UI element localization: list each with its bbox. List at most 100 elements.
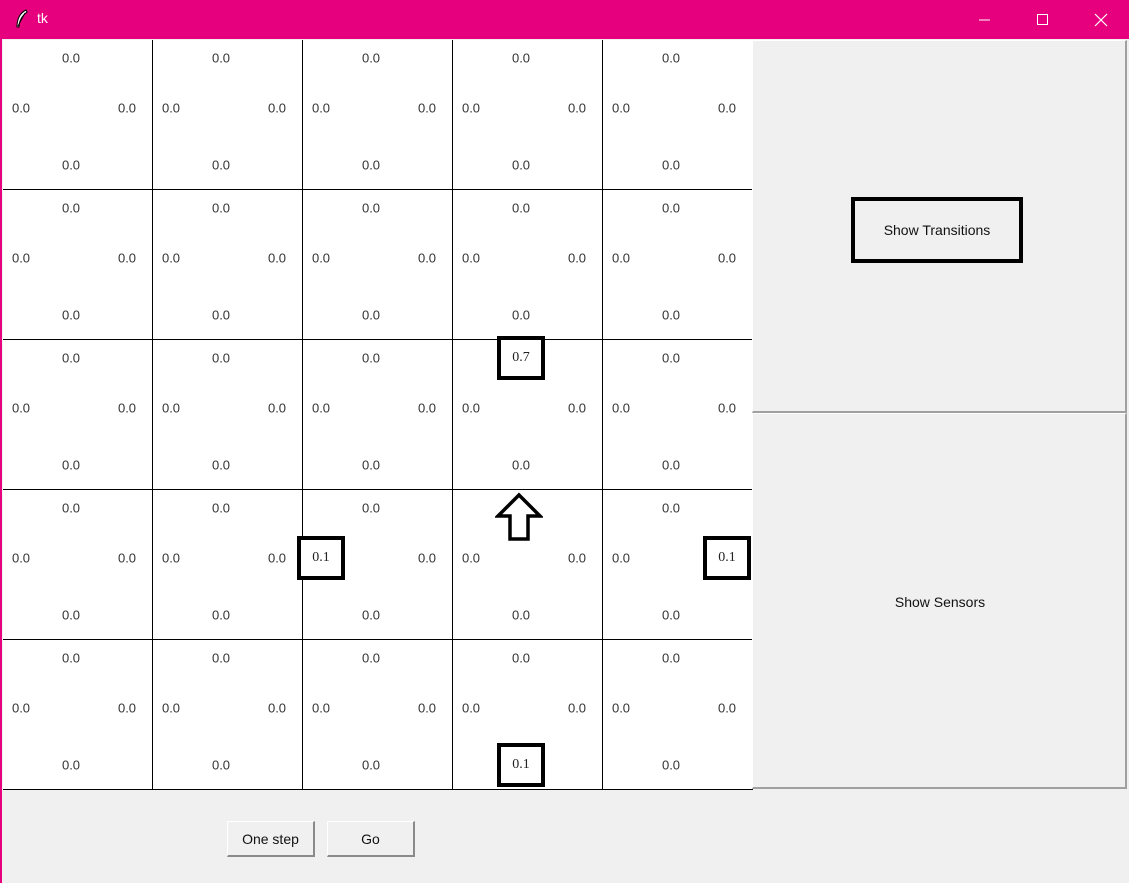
show-transitions-panel-button[interactable]: Show Transitions: [752, 40, 1127, 413]
grid-cell: 0.0 0.0 0.0 0.0: [3, 190, 153, 340]
grid-cell: 0.0 0.0 0.0 0.0: [153, 340, 303, 490]
cell-value-north: 0.0: [661, 350, 681, 366]
minimize-button[interactable]: [956, 0, 1014, 39]
grid-cell: 0.0 0.0 0.0 0.1: [453, 640, 603, 790]
cell-value-east: 0.0: [267, 250, 287, 266]
show-transitions-button[interactable]: Show Transitions: [851, 197, 1023, 263]
cell-value-north: 0.0: [361, 650, 381, 666]
cell-value-north: 0.0: [61, 350, 81, 366]
one-step-button[interactable]: One step: [227, 821, 315, 857]
cell-value-south: 0.0: [661, 757, 681, 773]
cell-value-west: 0.0: [611, 250, 631, 266]
cell-value-north: 0.0: [361, 200, 381, 216]
grid-cell: 0.0 0.0 0.0 0.0: [453, 190, 603, 340]
cell-value-north: 0.0: [211, 350, 231, 366]
cell-value-east: 0.0: [567, 250, 587, 266]
maximize-icon: [1037, 13, 1048, 25]
cell-value-north: 0.0: [661, 650, 681, 666]
cell-value-south: 0.0: [61, 607, 81, 623]
cell-value-south: 0.0: [61, 757, 81, 773]
cell-value-east: 0.0: [717, 700, 737, 716]
cell-value-south: 0.0: [61, 457, 81, 473]
grid-cell: 0.0 0.0 0.0 0.0: [303, 640, 453, 790]
cell-value-west: 0.0: [11, 550, 31, 566]
cell-value-east: 0.0: [267, 550, 287, 566]
grid-cell: 0.0 0.0 0.0 0.0: [3, 340, 153, 490]
maximize-button[interactable]: [1014, 0, 1072, 39]
cell-value-north: 0.0: [361, 50, 381, 66]
cell-value-north: 0.7: [497, 336, 545, 380]
cell-value-north: 0.0: [61, 50, 81, 66]
cell-value-north: 0.0: [511, 50, 531, 66]
cell-value-west: 0.0: [161, 550, 181, 566]
cell-value-east: 0.0: [117, 700, 137, 716]
cell-value-east: 0.0: [417, 700, 437, 716]
cell-value-south: 0.0: [511, 607, 531, 623]
cell-value-north: 0.0: [211, 50, 231, 66]
cell-value-west: 0.0: [161, 250, 181, 266]
cell-value-south: 0.0: [661, 307, 681, 323]
cell-value-west: 0.0: [461, 700, 481, 716]
cell-value-west: 0.0: [11, 700, 31, 716]
cell-value-north: 0.0: [211, 500, 231, 516]
cell-value-west: 0.0: [11, 100, 31, 116]
grid-cell: 0.0 0.0 0.0 0.0: [153, 640, 303, 790]
cell-value-north: 0.0: [661, 50, 681, 66]
cell-value-north: 0.0: [661, 200, 681, 216]
cell-value-south: 0.0: [661, 607, 681, 623]
minimize-icon: [979, 19, 990, 20]
cell-value-south: 0.0: [211, 607, 231, 623]
cell-value-east: 0.0: [567, 550, 587, 566]
cell-value-south: 0.0: [361, 607, 381, 623]
cell-value-north: 0.0: [211, 200, 231, 216]
cell-value-north: 0.0: [361, 350, 381, 366]
window-title: tk: [37, 10, 48, 26]
cell-value-east: 0.0: [117, 400, 137, 416]
cell-value-east: 0.0: [717, 100, 737, 116]
cell-value-west: 0.0: [11, 400, 31, 416]
cell-value-east: 0.0: [717, 400, 737, 416]
cell-value-south: 0.0: [661, 157, 681, 173]
grid-cell: 0.0 0.0 0.0 0.0: [303, 40, 453, 190]
cell-value-south: 0.0: [511, 157, 531, 173]
grid-cell: 0.0 0.0 0.0 0.0: [153, 190, 303, 340]
cell-value-east: 0.0: [267, 100, 287, 116]
grid-cell: 0.0 0.0 0.0 0.0: [153, 490, 303, 640]
cell-value-east: 0.0: [267, 400, 287, 416]
cell-value-east: 0.0: [117, 250, 137, 266]
cell-value-south: 0.0: [361, 457, 381, 473]
grid-cell: 0.0 0.0 0.0 0.0: [3, 640, 153, 790]
cell-value-west: 0.0: [611, 550, 631, 566]
cell-value-north: 0.0: [61, 200, 81, 216]
cell-value-east: 0.0: [567, 700, 587, 716]
grid-cell: 0.0 0.0 0.0 0.0: [603, 40, 753, 190]
cell-value-east: 0.0: [567, 400, 587, 416]
grid-cell: 0.0 0.0 0.0 0.0: [603, 640, 753, 790]
grid-cell: 0.0 0.0 0.0 0.0: [153, 40, 303, 190]
show-sensors-button[interactable]: Show Sensors: [752, 413, 1127, 789]
cell-value-south: 0.0: [211, 157, 231, 173]
title-bar: tk: [0, 0, 1129, 39]
cell-value-west: 0.1: [297, 536, 345, 580]
grid-cell: 0.0 0.0 0.0 0.0: [303, 340, 453, 490]
cell-value-west: 0.0: [461, 550, 481, 566]
cell-value-west: 0.0: [161, 400, 181, 416]
cell-value-east: 0.0: [417, 100, 437, 116]
cell-value-west: 0.0: [611, 400, 631, 416]
window-border: [0, 39, 2, 883]
grid-cell: 0.0 0.0 0.0 0.0: [303, 190, 453, 340]
cell-value-west: 0.0: [611, 700, 631, 716]
cell-value-south: 0.1: [497, 743, 545, 787]
go-button[interactable]: Go: [327, 821, 415, 857]
cell-value-west: 0.0: [311, 250, 331, 266]
grid-cell: 0.0 0.0 0.0 0.0: [603, 190, 753, 340]
cell-value-east: 0.0: [567, 100, 587, 116]
cell-value-north: 0.0: [661, 500, 681, 516]
cell-value-south: 0.0: [511, 457, 531, 473]
grid-cell: 0.0 0.0 0.0 0.0: [453, 40, 603, 190]
close-icon: [1094, 13, 1108, 26]
cell-value-east: 0.0: [417, 250, 437, 266]
cell-value-south: 0.0: [661, 457, 681, 473]
cell-value-west: 0.0: [161, 100, 181, 116]
close-button[interactable]: [1072, 0, 1129, 39]
